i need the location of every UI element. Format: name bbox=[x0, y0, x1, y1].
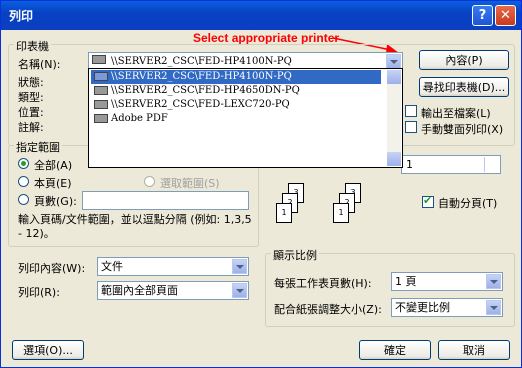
printer-dropdown-list: \\SERVER2_CSC\FED-HP4100N-PQ \\SERVER2_C… bbox=[88, 68, 403, 168]
range-current-label: 本頁(E) bbox=[34, 177, 72, 190]
range-group-label: 指定範圍 bbox=[14, 139, 62, 155]
printer-icon bbox=[94, 100, 108, 109]
printer-name-value: \\SERVER2_CSC\FED-HP4100N-PQ bbox=[111, 56, 292, 67]
location-label: 位置: bbox=[18, 106, 44, 119]
copies-spinner[interactable] bbox=[484, 157, 499, 172]
range-current-radio[interactable] bbox=[18, 176, 29, 187]
printer-option-3[interactable]: \\SERVER2_CSC\FED-LEXC720-PQ bbox=[91, 98, 381, 112]
printer-icon bbox=[94, 114, 108, 123]
pages-per-sheet-value: 1 頁 bbox=[395, 275, 417, 288]
printer-icon bbox=[94, 86, 108, 95]
collate-checkbox[interactable] bbox=[422, 194, 434, 208]
range-selection-label: 選取範圍(S) bbox=[160, 177, 220, 190]
manual-duplex-checkbox[interactable] bbox=[405, 121, 417, 133]
printer-option-4[interactable]: Adobe PDF bbox=[91, 112, 381, 126]
copies-value: 1 bbox=[406, 158, 413, 171]
print-dialog: 列印 ? ✕ Select appropriate printer 印表機 名稱… bbox=[0, 0, 522, 368]
print-select[interactable]: 範圍內全部頁面 bbox=[97, 281, 249, 300]
range-pages-label: 頁數(G): bbox=[34, 195, 77, 208]
chevron-down-icon[interactable] bbox=[386, 54, 401, 69]
scroll-down-button[interactable] bbox=[387, 152, 401, 166]
print-what-select[interactable]: 文件 bbox=[97, 257, 249, 276]
range-all-radio[interactable] bbox=[18, 158, 29, 169]
printer-icon bbox=[92, 55, 106, 64]
chevron-down-icon[interactable] bbox=[486, 274, 501, 289]
close-button[interactable]: ✕ bbox=[495, 5, 516, 26]
scale-select[interactable]: 不變更比例 bbox=[391, 298, 503, 317]
dropdown-scrollbar[interactable] bbox=[387, 70, 401, 166]
chevron-down-icon[interactable] bbox=[232, 259, 247, 274]
options-button[interactable]: 選項(O)... bbox=[12, 340, 84, 360]
comment-label: 註解: bbox=[18, 121, 44, 134]
range-all-label: 全部(A) bbox=[34, 159, 73, 172]
collate-label: 自動分頁(T) bbox=[438, 197, 498, 210]
printer-option-label: \\SERVER2_CSC\FED-LEXC720-PQ bbox=[111, 99, 290, 110]
scale-label: 配合紙張調整大小(Z): bbox=[274, 303, 382, 316]
ok-button[interactable]: 確定 bbox=[359, 340, 431, 360]
printer-option-label: Adobe PDF bbox=[111, 113, 168, 124]
manual-duplex-label: 手動雙面列印(X) bbox=[421, 123, 504, 136]
pages-per-sheet-select[interactable]: 1 頁 bbox=[391, 272, 503, 291]
copies-input[interactable]: 1 bbox=[401, 155, 501, 174]
pages-input[interactable] bbox=[82, 191, 249, 210]
annotation-text: Select appropriate printer bbox=[193, 31, 340, 45]
printer-option-2[interactable]: \\SERVER2_CSC\FED-HP4650DN-PQ bbox=[91, 84, 381, 98]
print-label: 列印(R): bbox=[18, 286, 60, 299]
range-pages-radio[interactable] bbox=[18, 194, 29, 205]
window-title: 列印 bbox=[9, 9, 34, 23]
chevron-down-icon[interactable] bbox=[486, 300, 501, 315]
pages-per-sheet-label: 每張工作表頁數(H): bbox=[274, 277, 372, 290]
printer-group-label: 印表機 bbox=[14, 38, 51, 54]
scale-value: 不變更比例 bbox=[395, 301, 450, 314]
print-what-label: 列印內容(W): bbox=[18, 262, 86, 275]
page-icon-1a: 1 bbox=[276, 203, 292, 223]
printer-name-label: 名稱(N): bbox=[18, 58, 61, 71]
zoom-group-label: 顯示比例 bbox=[271, 247, 319, 263]
printer-icon bbox=[94, 72, 108, 81]
print-to-file-checkbox[interactable] bbox=[405, 105, 417, 117]
properties-button[interactable]: 內容(P) bbox=[419, 50, 509, 70]
type-label: 類型: bbox=[18, 91, 44, 104]
cancel-button[interactable]: 取消 bbox=[438, 340, 510, 360]
scroll-up-button[interactable] bbox=[387, 70, 401, 84]
page-icon-1b: 1 bbox=[333, 203, 349, 223]
printer-option-1[interactable]: \\SERVER2_CSC\FED-HP4100N-PQ bbox=[91, 70, 381, 84]
title-bar: 列印 ? ✕ bbox=[1, 1, 521, 30]
range-hint: 輸入頁碼/文件範圍，並以逗點分隔 (例如: 1,3,5 - 12)。 bbox=[18, 213, 252, 240]
range-selection-radio[interactable] bbox=[144, 176, 155, 187]
status-label: 狀態: bbox=[18, 76, 44, 89]
printer-option-label: \\SERVER2_CSC\FED-HP4100N-PQ bbox=[111, 71, 292, 82]
print-value: 範圍內全部頁面 bbox=[101, 284, 178, 297]
chevron-down-icon[interactable] bbox=[232, 283, 247, 298]
print-to-file-label: 輸出至檔案(L) bbox=[421, 107, 491, 120]
print-what-value: 文件 bbox=[101, 260, 123, 273]
printer-option-label: \\SERVER2_CSC\FED-HP4650DN-PQ bbox=[111, 85, 300, 96]
find-printer-button[interactable]: 尋找印表機(D)... bbox=[419, 77, 509, 97]
help-button[interactable]: ? bbox=[472, 5, 493, 26]
